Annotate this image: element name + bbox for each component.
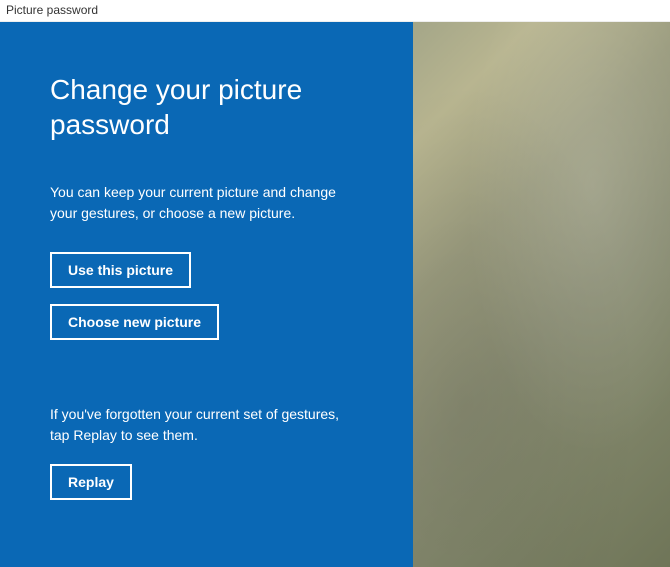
picture-preview bbox=[413, 22, 670, 567]
replay-button[interactable]: Replay bbox=[50, 464, 132, 500]
replay-hint-text: If you've forgotten your current set of … bbox=[50, 404, 340, 446]
use-this-picture-button[interactable]: Use this picture bbox=[50, 252, 191, 288]
page-heading: Change your picture password bbox=[50, 72, 350, 142]
window-titlebar: Picture password bbox=[0, 0, 670, 22]
window-title: Picture password bbox=[6, 3, 98, 17]
instruction-panel: Change your picture password You can kee… bbox=[0, 22, 413, 567]
choose-new-picture-button[interactable]: Choose new picture bbox=[50, 304, 219, 340]
description-text: You can keep your current picture and ch… bbox=[50, 182, 340, 224]
content-container: Change your picture password You can kee… bbox=[0, 22, 670, 567]
